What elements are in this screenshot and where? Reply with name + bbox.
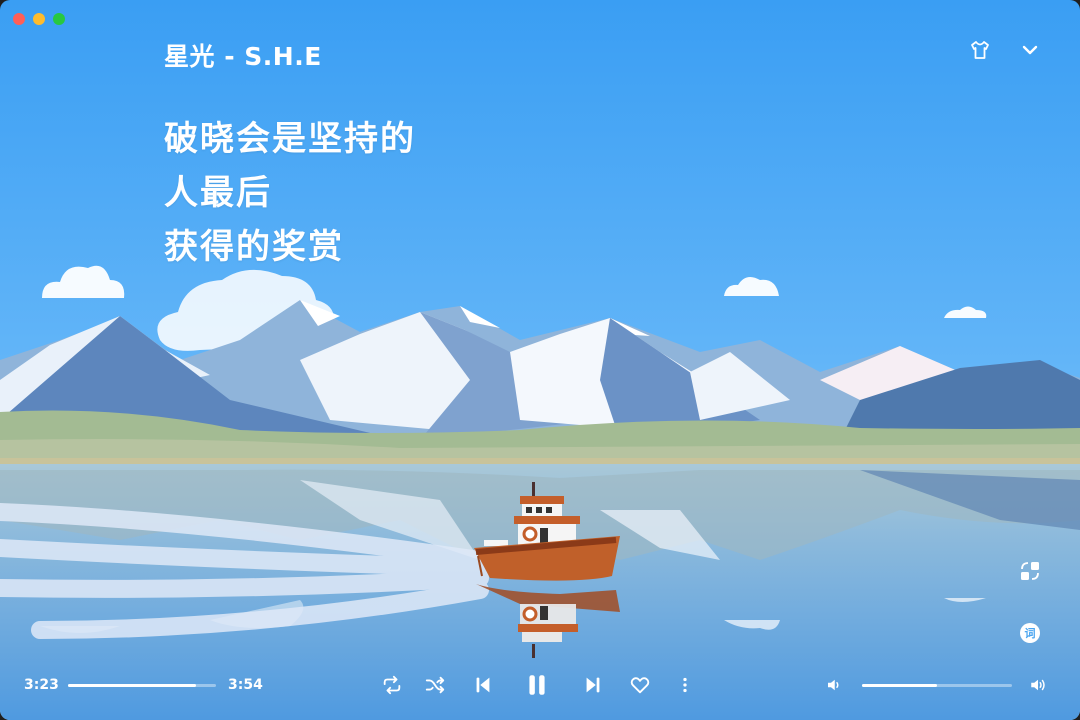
progress-bar[interactable]: [68, 684, 216, 687]
playback-bar: 3:23 3:54: [0, 664, 1080, 708]
next-icon[interactable]: [580, 672, 606, 698]
volume-slider[interactable]: [862, 684, 1012, 687]
more-icon[interactable]: [672, 672, 698, 698]
current-time: 3:23: [24, 677, 59, 693]
volume-low-icon[interactable]: [821, 672, 847, 698]
progress-fill: [68, 684, 197, 687]
close-button[interactable]: [13, 13, 25, 25]
tshirt-icon[interactable]: [968, 38, 992, 62]
swap-layout-icon[interactable]: [1018, 559, 1042, 583]
heart-icon[interactable]: [627, 672, 653, 698]
svg-text:词: 词: [1025, 627, 1036, 640]
chevron-down-icon[interactable]: [1018, 38, 1042, 62]
window-controls: [13, 13, 65, 25]
pause-icon[interactable]: [524, 672, 550, 698]
lyric-line: 人最后: [164, 173, 272, 213]
background-scene: [0, 0, 1080, 720]
previous-icon[interactable]: [470, 672, 496, 698]
zoom-button[interactable]: [53, 13, 65, 25]
song-title: 星光 - S.H.E: [164, 42, 322, 71]
volume-fill: [862, 684, 937, 687]
minimize-button[interactable]: [33, 13, 45, 25]
repeat-icon[interactable]: [379, 672, 405, 698]
player-window: 星光 - S.H.E 破晓会是坚持的 人最后 获得的奖赏 词 3:23 3:54: [0, 0, 1080, 720]
lyric-line: 破晓会是坚持的: [164, 119, 416, 159]
lyrics-panel: 破晓会是坚持的 人最后 获得的奖赏: [164, 112, 416, 274]
shuffle-icon[interactable]: [422, 672, 448, 698]
total-time: 3:54: [228, 677, 263, 693]
lyric-line: 获得的奖赏: [164, 227, 344, 267]
volume-high-icon[interactable]: [1025, 672, 1051, 698]
lyrics-icon[interactable]: 词: [1018, 621, 1042, 645]
